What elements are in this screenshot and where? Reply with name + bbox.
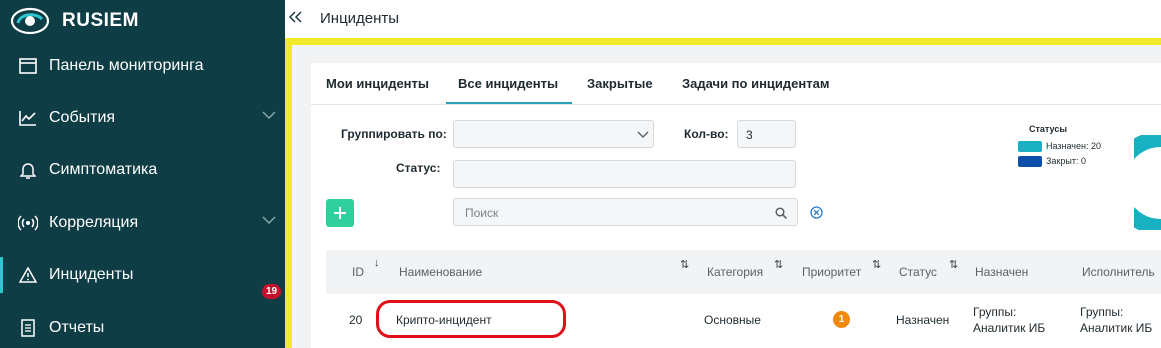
tab-incident-tasks[interactable]: Задачи по инцидентам xyxy=(682,76,829,91)
group-by-select[interactable] xyxy=(453,120,654,148)
legend-swatch xyxy=(1018,155,1042,167)
column-header-name[interactable]: Наименование xyxy=(399,265,482,279)
sidebar-item-label: Инциденты xyxy=(49,266,134,283)
legend-item-closed[interactable]: Закрыт: 0 xyxy=(1018,155,1086,167)
column-header-assigned[interactable]: Назначен xyxy=(975,265,1028,279)
sidebar-item-events[interactable]: События xyxy=(0,98,285,138)
status-donut-chart xyxy=(1134,135,1161,230)
sidebar-item-label: Панель мониторинга xyxy=(49,57,204,74)
chevron-down-icon[interactable] xyxy=(262,216,276,225)
tab-my-incidents[interactable]: Мои инциденты xyxy=(326,76,429,91)
status-field[interactable] xyxy=(453,160,796,188)
annotation-highlight xyxy=(376,300,566,338)
cell-status: Назначен xyxy=(896,313,950,327)
report-icon xyxy=(18,318,38,338)
sort-icon[interactable]: ⇅ xyxy=(774,258,783,271)
brand-name: RUSIEM xyxy=(62,10,139,31)
column-header-category[interactable]: Категория xyxy=(707,265,763,279)
column-header-id[interactable]: ID xyxy=(352,265,364,279)
legend-item-assigned[interactable]: Назначен: 20 xyxy=(1018,140,1101,152)
sidebar-item-label: Отчеты xyxy=(49,319,105,336)
topbar xyxy=(285,0,1161,38)
legend-label: Назначен: 20 xyxy=(1046,141,1101,151)
priority-badge: 1 xyxy=(833,311,850,328)
status-label: Статус: xyxy=(396,161,441,175)
page-title: Инциденты xyxy=(320,10,400,27)
tabs-divider xyxy=(311,104,1161,105)
column-header-status[interactable]: Статус xyxy=(899,265,937,279)
tab-all-incidents[interactable]: Все инциденты xyxy=(458,76,558,91)
chevron-down-icon xyxy=(637,131,649,138)
count-label: Кол-во: xyxy=(684,127,729,141)
sidebar-item-reports[interactable]: Отчеты xyxy=(0,308,285,348)
sort-icon[interactable]: ⇅ xyxy=(872,258,881,271)
count-value: 3 xyxy=(746,128,753,142)
monitor-panel-icon xyxy=(18,56,38,76)
sidebar-item-incidents[interactable]: Инциденты xyxy=(0,255,285,295)
column-header-executor[interactable]: Исполнитель xyxy=(1082,265,1155,279)
column-header-priority[interactable]: Приоритет xyxy=(802,265,861,279)
cell-assigned-line2: Аналитик ИБ xyxy=(973,321,1046,335)
sidebar-item-label: Симптоматика xyxy=(49,161,158,178)
chevron-down-icon[interactable] xyxy=(262,111,276,120)
add-incident-button[interactable] xyxy=(326,199,354,227)
logo[interactable]: RUSIEM xyxy=(10,6,139,36)
clear-filter-icon[interactable] xyxy=(810,206,823,219)
sort-icon[interactable]: ⇅ xyxy=(949,258,958,271)
group-by-label: Группировать по: xyxy=(341,127,447,141)
sidebar-item-label: Корреляция xyxy=(49,214,139,231)
cell-assigned-line1: Группы: xyxy=(973,305,1017,319)
sidebar-item-symptoms[interactable]: Симптоматика xyxy=(0,150,285,190)
bell-icon xyxy=(18,160,38,180)
sidebar: RUSIEM Панель мониторинга События Симпто… xyxy=(0,0,285,348)
search-icon xyxy=(775,207,787,219)
tab-closed[interactable]: Закрытые xyxy=(587,76,653,91)
warning-icon xyxy=(18,265,38,285)
sort-icon[interactable]: ⇅ xyxy=(680,258,689,271)
rusiem-logo-icon xyxy=(10,7,50,35)
cell-category: Основные xyxy=(704,313,761,327)
search-placeholder: Поиск xyxy=(465,206,499,220)
double-chevron-left-icon[interactable] xyxy=(288,10,303,28)
cell-executor-line2: Аналитик ИБ xyxy=(1080,321,1153,335)
signal-icon xyxy=(18,213,38,233)
incidents-count-badge: 19 xyxy=(262,284,281,299)
sort-desc-icon[interactable]: ↓ xyxy=(374,257,380,269)
search-input[interactable]: Поиск xyxy=(453,198,798,226)
sidebar-item-label: События xyxy=(49,109,116,126)
sidebar-item-monitoring[interactable]: Панель мониторинга xyxy=(0,46,285,86)
sidebar-item-correlation[interactable]: Корреляция xyxy=(0,203,285,243)
legend-label: Закрыт: 0 xyxy=(1046,156,1086,166)
count-field[interactable]: 3 xyxy=(737,120,796,148)
chart-line-icon xyxy=(18,108,38,128)
cell-id: 20 xyxy=(349,313,363,327)
legend-title: Статусы xyxy=(1029,124,1068,134)
legend-swatch xyxy=(1018,140,1042,152)
cell-executor-line1: Группы: xyxy=(1080,305,1124,319)
plus-icon xyxy=(334,207,346,219)
active-tab-indicator xyxy=(446,102,572,104)
